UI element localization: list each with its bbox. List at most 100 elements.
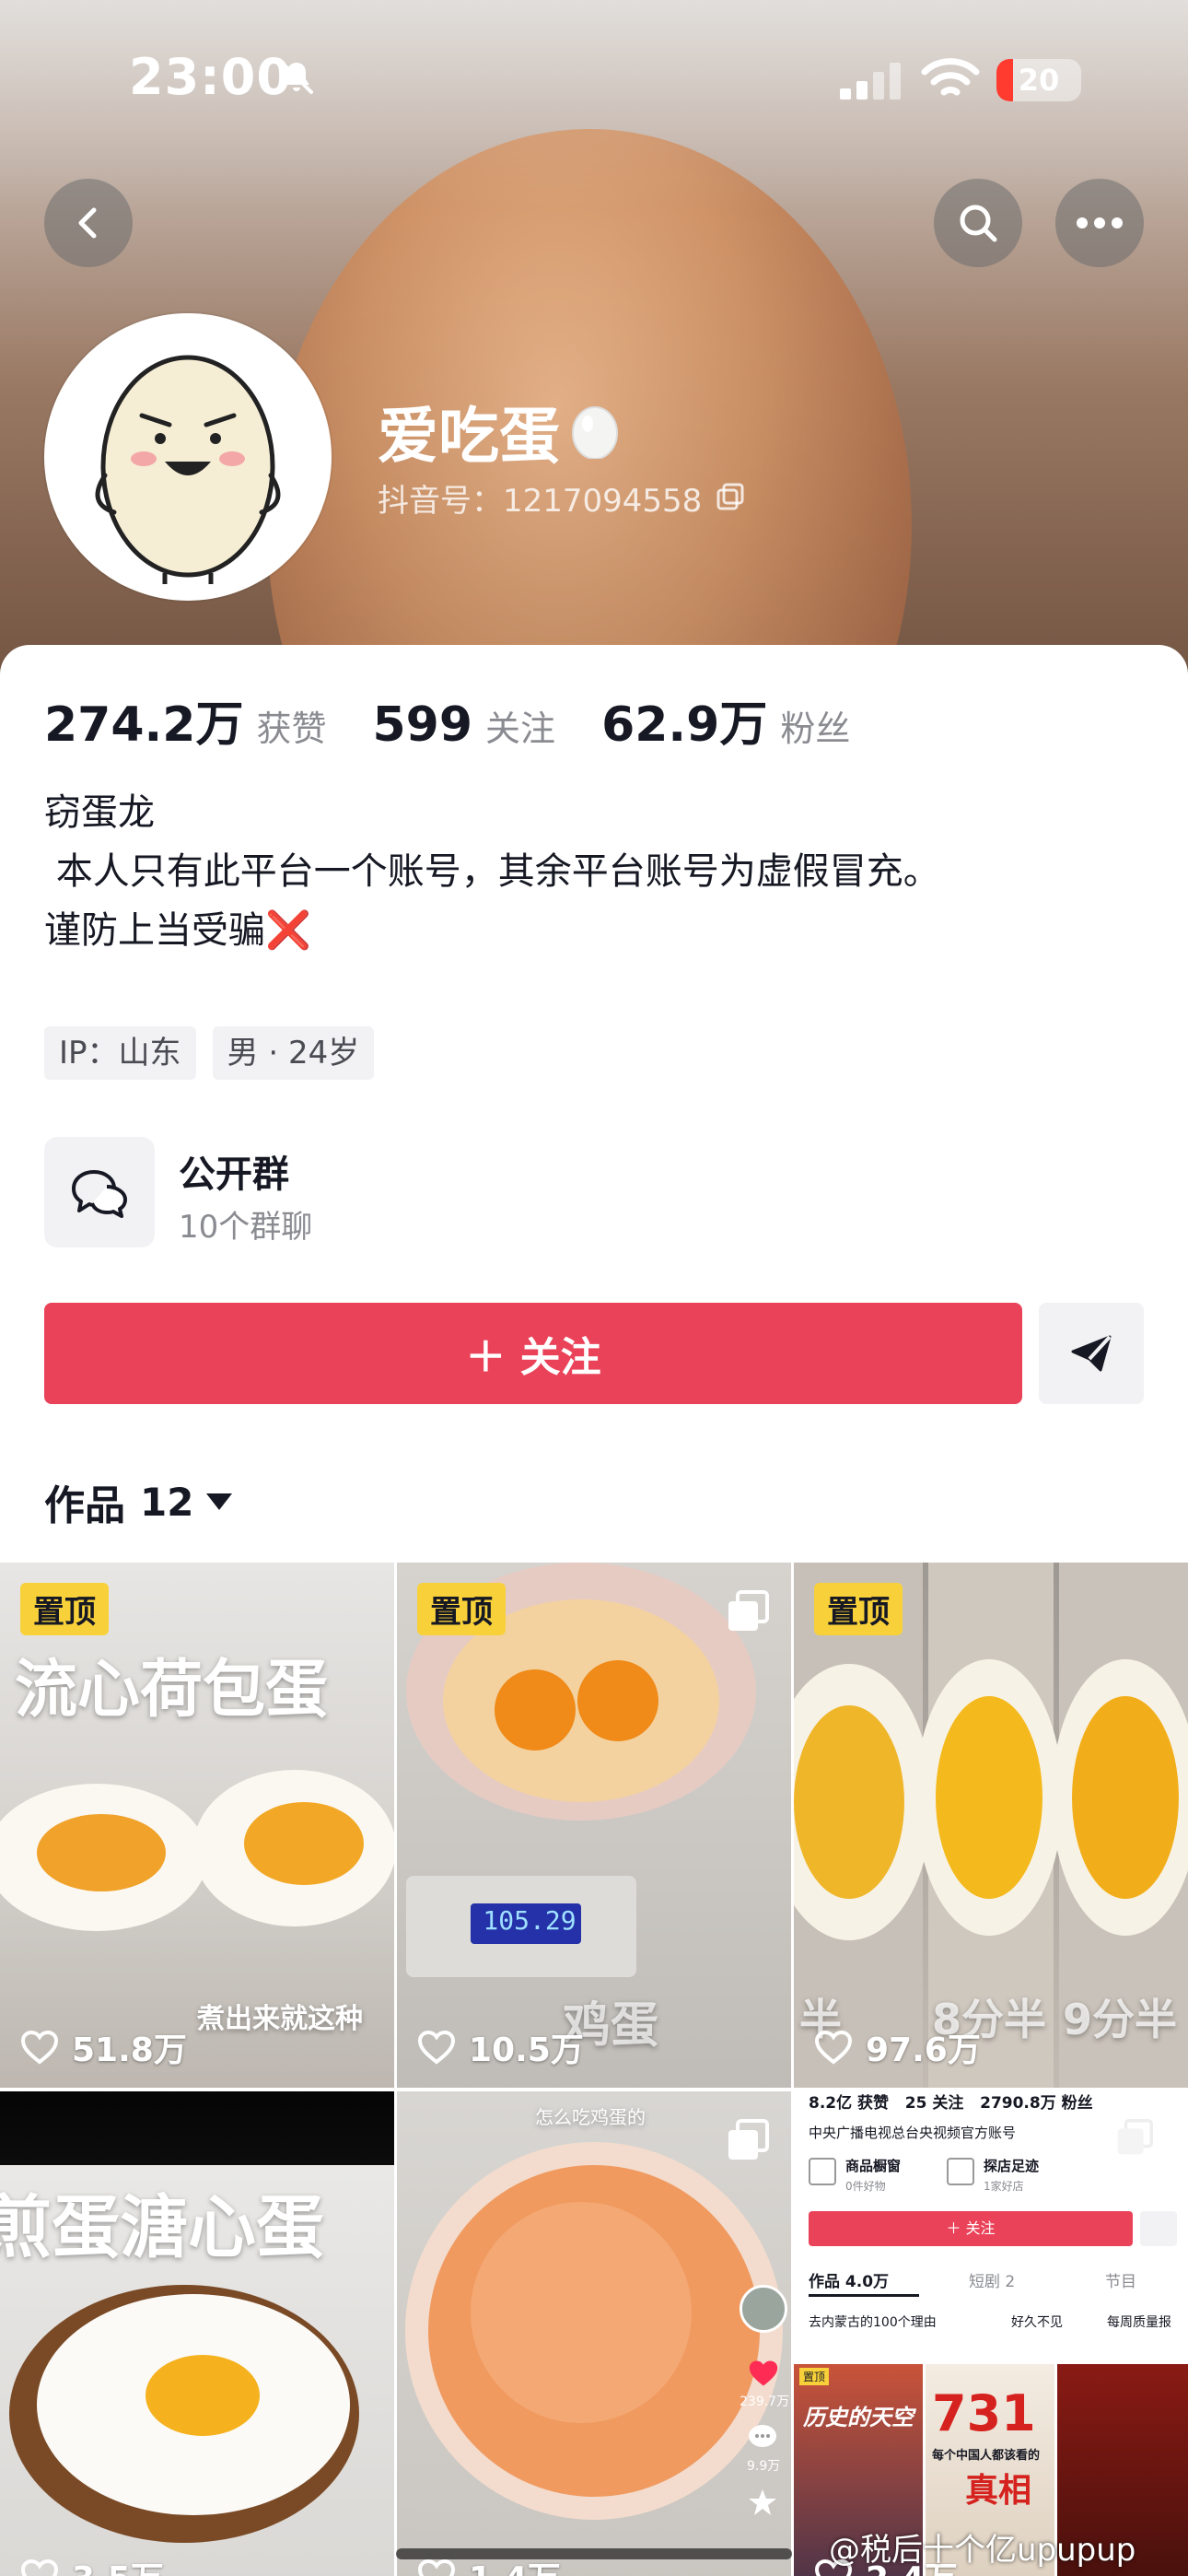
group-title: 公开群 <box>179 1153 289 1196</box>
like-count-value: 97.6万 <box>866 2032 981 2069</box>
multi-image-icon <box>728 1590 769 1631</box>
stat-likes-label: 获赞 <box>256 708 327 749</box>
stat-likes-value: 274.2万 <box>44 697 244 753</box>
inner-chip-1: 去内蒙古的100个理由 <box>809 2315 937 2330</box>
profile-stats: 274.2万 获赞 599 关注 62.9万 粉丝 <box>44 685 896 753</box>
inner-follow-button: ＋ 关注 <box>809 2211 1133 2246</box>
video-grid: 置顶 流心荷包蛋 煮出来就这种 51.8万 105.29 置顶 鸡蛋 10.5万 <box>0 1563 1188 2576</box>
inner-tab-underline <box>809 2294 919 2297</box>
video-caption: 煮出来就这种 <box>197 2003 363 2035</box>
gender-age-tag: 男 · 24岁 <box>212 1026 375 1080</box>
shop-icon <box>809 2158 836 2185</box>
douyin-id: 抖音号：1217094558 <box>378 483 703 520</box>
multi-image-icon <box>1117 2119 1153 2155</box>
stat-followers-label: 粉丝 <box>780 708 851 749</box>
inner-thumb-2-big: 真相 <box>965 2472 1032 2510</box>
inner-thumb-2-number: 731 <box>932 2384 1036 2442</box>
share-button[interactable] <box>1039 1303 1144 1404</box>
video-thumbnail[interactable]: 置顶 半 8分半 9分半 97.6万 <box>794 1563 1188 2088</box>
video-thumbnail[interactable]: 8.2亿 获赞 25 关注 2790.8万 粉丝 中央广播电视总台央视频官方账号… <box>794 2091 1188 2576</box>
group-subtitle: 10个群聊 <box>179 1209 313 1246</box>
inner-description: 中央广播电视总台央视频官方账号 <box>809 2125 1017 2141</box>
profile-bio: 窃蛋龙 本人只有此平台一个账号，其余平台账号为虚假冒充。 谨防上当受骗❌ <box>44 783 1140 1070</box>
creator-avatar <box>740 2285 787 2333</box>
cross-mark-icon: ❌ <box>265 909 311 952</box>
inner-shop-sub: 0件好物 <box>845 2180 886 2193</box>
pinned-badge: 置顶 <box>417 1583 506 1635</box>
signal-icon <box>840 63 901 100</box>
inner-tab-drama: 短剧 2 <box>969 2273 1016 2291</box>
bio-line-3: 谨防上当受骗❌ <box>44 901 1140 960</box>
inner-chip-3: 每周质量报 <box>1107 2315 1171 2330</box>
multi-image-icon <box>728 2119 769 2160</box>
inner-thumb-1-title: 历史的天空 <box>803 2405 914 2430</box>
egg-emoji-icon <box>572 406 618 459</box>
pinned-badge: 置顶 <box>814 1583 903 1635</box>
inner-thumb-2-sub: 每个中国人都该看的 <box>932 2449 1041 2463</box>
like-count-value: 51.8万 <box>72 2032 187 2069</box>
store-icon <box>947 2158 974 2185</box>
inner-pin-badge: 置顶 <box>799 2368 830 2385</box>
video-top-text: 怎么吃鸡蛋的 <box>535 2106 646 2128</box>
works-count: 12 <box>140 1479 194 1525</box>
stat-following-value: 599 <box>372 697 473 753</box>
stat-followers[interactable]: 62.9万 粉丝 <box>601 685 850 755</box>
battery-icon: 20 <box>996 59 1081 101</box>
like-count: 3.5万 <box>20 2552 164 2576</box>
heart-outline-icon <box>20 2030 59 2065</box>
stat-following-label: 关注 <box>485 708 556 749</box>
send-icon <box>1071 1335 1112 1372</box>
heart-filled-icon <box>749 2360 778 2386</box>
ip-tag: IP：山东 <box>44 1026 196 1080</box>
video-thumbnail[interactable]: 置顶 流心荷包蛋 煮出来就这种 51.8万 <box>0 1563 394 2088</box>
bio-line-1: 窃蛋龙 <box>44 791 155 834</box>
like-count-value: 10.5万 <box>469 2032 584 2069</box>
heart-outline-icon <box>417 2030 456 2065</box>
comment-icon <box>749 2425 776 2447</box>
like-count: 97.6万 <box>814 2023 981 2071</box>
more-button[interactable] <box>1055 179 1144 267</box>
more-dots-icon <box>1077 217 1123 228</box>
bio-line-3-text: 谨防上当受骗 <box>44 909 265 952</box>
like-count: 10.5万 <box>417 2023 584 2071</box>
pinned-badge: 置顶 <box>20 1583 109 1635</box>
video-thumbnail[interactable]: 煎蛋溏心蛋 3.5万 <box>0 2091 394 2576</box>
inner-stats: 8.2亿 获赞 25 关注 2790.8万 粉丝 <box>809 2094 1093 2113</box>
heart-outline-icon <box>814 2030 853 2065</box>
video-thumbnail[interactable]: 怎么吃鸡蛋的 239.7万 9.9万 1.4万 <box>397 2091 791 2576</box>
like-count-value: 3.5万 <box>72 2552 164 2576</box>
copy-icon[interactable] <box>715 481 746 512</box>
chevron-left-icon <box>78 207 97 239</box>
soft-boiled-egg-image <box>0 1770 394 1931</box>
avatar[interactable] <box>44 313 332 601</box>
weibo-watermark: @税后十个亿upupup <box>829 2532 1136 2569</box>
stat-following[interactable]: 599 关注 <box>373 697 556 753</box>
egg-character-avatar <box>95 355 281 584</box>
back-button[interactable] <box>44 179 133 267</box>
video-title: 流心荷包蛋 <box>15 1654 329 1727</box>
inner-shop: 商品橱窗 <box>845 2158 902 2174</box>
heart-outline-icon <box>20 2558 59 2576</box>
inner-share-button <box>1140 2211 1177 2246</box>
scale-reading: 105.29 <box>483 1905 577 1936</box>
caret-down-icon <box>206 1493 233 1510</box>
side-like-count: 239.7万 <box>740 2395 790 2409</box>
inner-tab-works: 作品 4.0万 <box>809 2273 890 2291</box>
bio-line-2: 本人只有此平台一个账号，其余平台账号为虚假冒充。 <box>44 850 940 893</box>
works-tab[interactable]: 作品 12 <box>44 1472 233 1531</box>
status-time: 23:00 <box>129 48 292 106</box>
bio-line-4 <box>44 960 1140 1070</box>
profile-nickname: 爱吃蛋 <box>378 401 560 472</box>
wifi-icon <box>921 58 980 96</box>
status-bar: 23:00 20 <box>0 0 1188 157</box>
home-indicator[interactable] <box>396 2548 792 2559</box>
star-icon <box>749 2489 776 2515</box>
inner-tab-shows: 节目 <box>1105 2273 1136 2291</box>
video-thumbnail[interactable]: 105.29 置顶 鸡蛋 10.5万 <box>397 1563 791 2088</box>
battery-level: 20 <box>1018 63 1060 98</box>
public-group-entry[interactable]: 公开群 10个群聊 <box>44 1137 1140 1247</box>
bell-off-icon <box>280 61 313 94</box>
search-button[interactable] <box>934 179 1022 267</box>
like-count: 51.8万 <box>20 2023 187 2071</box>
follow-button[interactable]: ＋ 关注 <box>44 1303 1022 1404</box>
